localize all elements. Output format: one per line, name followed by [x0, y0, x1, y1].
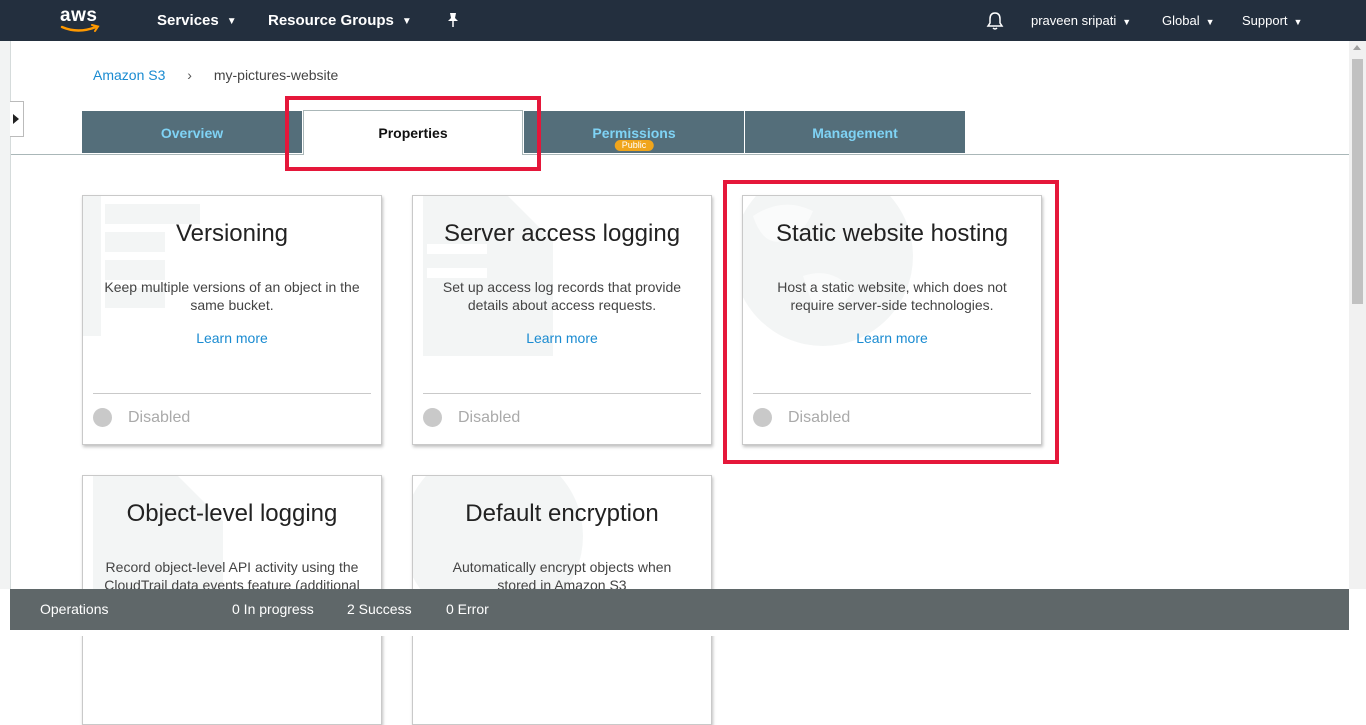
region-menu[interactable]: Global ▼: [1162, 13, 1215, 28]
caret-down-icon: ▼: [401, 16, 412, 27]
breadcrumb-current: my-pictures-website: [213, 67, 339, 83]
region-label: Global: [1162, 13, 1200, 28]
aws-logo[interactable]: aws: [58, 5, 104, 35]
operations-status-bar[interactable]: Operations 0 In progress 2 Success 0 Err…: [10, 589, 1349, 630]
card-description: Keep multiple versions of an object in t…: [104, 279, 360, 313]
card-divider: [93, 393, 371, 394]
services-menu[interactable]: Services ▼: [157, 12, 237, 29]
error-count[interactable]: 0 Error: [446, 601, 489, 617]
tab-overview[interactable]: Overview: [82, 111, 302, 153]
card-title: Versioning: [175, 220, 289, 247]
vertical-scrollbar[interactable]: [1349, 41, 1366, 589]
versioning-card[interactable]: Versioning Keep multiple versions of an …: [82, 195, 382, 445]
caret-down-icon: ▼: [226, 16, 237, 27]
aws-smile-icon: [60, 24, 100, 32]
breadcrumb: Amazon S3 › my-pictures-website: [93, 67, 338, 83]
pin-icon[interactable]: [446, 12, 460, 33]
support-label: Support: [1242, 13, 1288, 28]
tabs-divider: [11, 154, 1349, 155]
success-count[interactable]: 2 Success: [347, 601, 412, 617]
tab-management-label: Management: [812, 125, 898, 141]
caret-down-icon: ▼: [1205, 17, 1215, 27]
status-radio-icon: [423, 408, 442, 427]
user-label: praveen sripati: [1031, 13, 1117, 28]
bottom-margin: [0, 630, 1366, 636]
support-menu[interactable]: Support ▼: [1242, 13, 1302, 28]
in-progress-count[interactable]: 0 In progress: [232, 601, 314, 617]
user-menu[interactable]: praveen sripati ▼: [1031, 13, 1131, 28]
tab-permissions-label: Permissions: [592, 125, 676, 141]
top-navigation-bar: aws Services ▼ Resource Groups ▼ praveen s…: [0, 0, 1366, 41]
card-title: Object-level logging: [126, 500, 338, 527]
breadcrumb-root-link[interactable]: Amazon S3: [93, 67, 165, 83]
card-title: Default encryption: [465, 500, 659, 527]
server-access-logging-card[interactable]: Server access logging Set up access log …: [412, 195, 712, 445]
status-label: Disabled: [458, 409, 521, 426]
expand-panel-icon: [13, 114, 19, 124]
tab-management[interactable]: Management: [745, 111, 965, 153]
properties-highlight-box: [285, 96, 541, 171]
learn-more-link[interactable]: Learn more: [83, 330, 381, 346]
card-title: Server access logging: [443, 220, 681, 247]
chevron-right-icon: ›: [187, 67, 192, 83]
services-label: Services: [157, 12, 219, 29]
resource-groups-menu[interactable]: Resource Groups ▼: [268, 12, 412, 29]
public-badge: Public: [614, 140, 654, 151]
status-radio-icon: [93, 408, 112, 427]
scrollbar-thumb[interactable]: [1352, 59, 1363, 304]
learn-more-link[interactable]: Learn more: [413, 330, 711, 346]
tab-permissions[interactable]: Permissions Public: [524, 111, 744, 153]
caret-down-icon: ▼: [1293, 17, 1303, 27]
card-description: Set up access log records that provide d…: [442, 279, 682, 313]
bell-icon[interactable]: [986, 11, 1004, 36]
tab-overview-label: Overview: [160, 125, 224, 141]
caret-down-icon: ▼: [1122, 17, 1132, 27]
operations-label[interactable]: Operations: [40, 601, 108, 617]
static-hosting-highlight-box: [723, 180, 1059, 464]
card-divider: [423, 393, 701, 394]
expand-panel-button[interactable]: [10, 101, 24, 137]
scroll-up-icon[interactable]: [1353, 45, 1361, 50]
status-label: Disabled: [128, 409, 191, 426]
resource-groups-label: Resource Groups: [268, 12, 394, 29]
